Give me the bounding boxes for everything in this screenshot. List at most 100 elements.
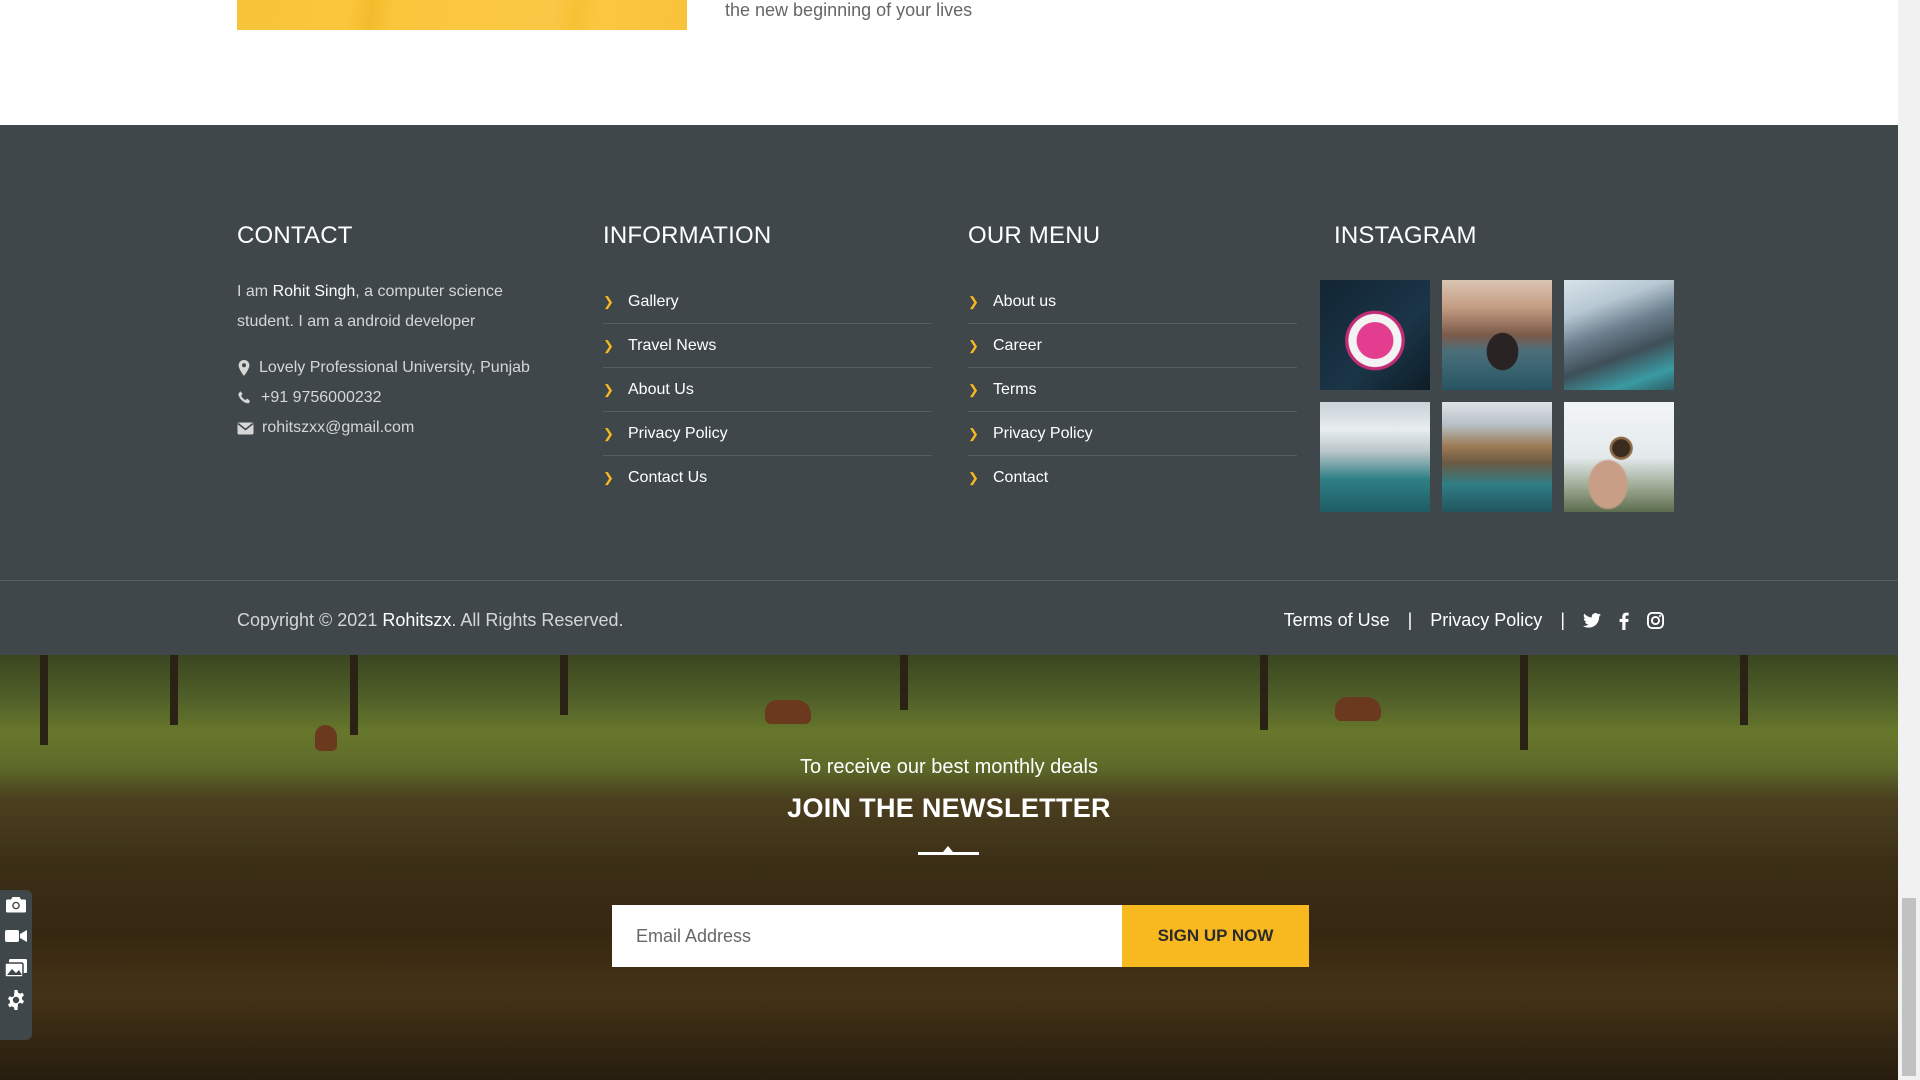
chevron-right-icon: ❯ (603, 293, 614, 309)
instagram-photo-mountain-valley[interactable] (1442, 402, 1552, 512)
address-text: Lovely Professional University, Punjab (259, 359, 530, 376)
record-icon[interactable] (4, 924, 28, 948)
info-link-travel-news[interactable]: ❯ Travel News (603, 324, 932, 368)
newsletter-title: JOIN THE NEWSLETTER (787, 793, 1111, 823)
email-text[interactable]: rohitszxx@gmail.com (262, 419, 414, 437)
newsletter-subtitle: To receive our best monthly deals (800, 756, 1098, 778)
chevron-right-icon: ❯ (968, 425, 979, 441)
menu-link-label: Contact (993, 468, 1049, 486)
privacy-policy-link[interactable]: Privacy Policy (1430, 610, 1542, 631)
contact-column: CONTACT (237, 222, 353, 250)
floating-toolbar (0, 890, 32, 1040)
menu-link-privacy-policy[interactable]: ❯ Privacy Policy (968, 412, 1297, 456)
screenshot-icon[interactable] (4, 892, 28, 916)
chevron-right-icon: ❯ (968, 469, 979, 485)
background-horse (1335, 697, 1381, 721)
facebook-icon[interactable] (1619, 612, 1629, 630)
menu-link-label: Privacy Policy (993, 424, 1093, 442)
info-link-gallery[interactable]: ❯ Gallery (603, 280, 932, 324)
chevron-right-icon: ❯ (603, 337, 614, 353)
info-link-label: Privacy Policy (628, 424, 728, 442)
info-link-contact-us[interactable]: ❯ Contact Us (603, 456, 932, 499)
chevron-right-icon: ❯ (603, 381, 614, 397)
contact-phone: +91 9756000232 (237, 389, 382, 407)
chevron-right-icon: ❯ (603, 425, 614, 441)
phone-text: +91 9756000232 (261, 389, 382, 406)
scrollbar-thumb[interactable] (1902, 898, 1916, 1076)
our-menu-column: OUR MENU (968, 222, 1100, 250)
background-tree (1520, 655, 1528, 750)
images-icon (5, 959, 27, 977)
instagram-column: INSTAGRAM (1334, 222, 1477, 250)
our-menu-list: ❯ About us ❯ Career ❯ Terms ❯ Privacy Policy… (968, 280, 1297, 499)
email-input[interactable] (612, 905, 1122, 967)
copyright-suffix: . All Rights Reserved. (451, 610, 624, 630)
newsletter-section: To receive our best monthly deals JOIN T… (0, 655, 1898, 1080)
info-link-label: About Us (628, 380, 694, 398)
chevron-right-icon: ❯ (603, 469, 614, 485)
gallery-icon[interactable] (4, 956, 28, 980)
background-tree (350, 655, 358, 735)
newsletter-divider (918, 846, 979, 855)
top-section: the new beginning of your lives (0, 0, 1898, 125)
contact-intro: I am Rohit Singh, a computer science stu… (237, 277, 537, 337)
menu-link-career[interactable]: ❯ Career (968, 324, 1297, 368)
background-tree (40, 655, 48, 745)
phone-icon (238, 391, 250, 404)
instagram-photo-waterfall[interactable] (1320, 402, 1430, 512)
contact-name: Rohit Singh (272, 283, 356, 300)
background-horse (765, 700, 811, 724)
chevron-right-icon: ❯ (968, 337, 979, 353)
featured-image (237, 0, 687, 30)
contact-heading: CONTACT (237, 222, 353, 249)
background-tree (900, 655, 908, 710)
info-link-privacy-policy[interactable]: ❯ Privacy Policy (603, 412, 932, 456)
map-pin-icon (238, 360, 250, 376)
background-tree (1740, 655, 1748, 725)
camera-icon (6, 896, 26, 912)
background-horse (315, 725, 337, 751)
instagram-heading: INSTAGRAM (1334, 222, 1477, 249)
footer-divider (0, 580, 1898, 581)
settings-icon[interactable] (4, 988, 28, 1012)
newsletter-form: SIGN UP NOW (612, 905, 1309, 967)
menu-link-terms[interactable]: ❯ Terms (968, 368, 1297, 412)
instagram-photo-alarm-clock[interactable] (1320, 280, 1430, 390)
information-list: ❯ Gallery ❯ Travel News ❯ About Us ❯ Privacy… (603, 280, 932, 499)
instagram-photo-compass-hand[interactable] (1564, 402, 1674, 512)
contact-intro-prefix: I am (237, 283, 273, 300)
menu-link-label: About us (993, 292, 1057, 310)
legal-separator: | (1407, 610, 1413, 630)
video-camera-icon (5, 930, 27, 942)
twitter-icon[interactable] (1583, 613, 1601, 628)
our-menu-heading: OUR MENU (968, 222, 1101, 249)
information-column: INFORMATION (603, 222, 771, 250)
contact-email: rohitszxx@gmail.com (237, 419, 414, 437)
copyright-brand[interactable]: Rohitszx (382, 610, 451, 630)
sign-up-button[interactable]: SIGN UP NOW (1122, 905, 1309, 967)
background-tree (170, 655, 178, 725)
terms-of-use-link[interactable]: Terms of Use (1284, 610, 1390, 631)
gear-icon (8, 990, 24, 1010)
vertical-scrollbar[interactable] (1898, 0, 1920, 1080)
page: the new beginning of your lives CONTACT … (0, 0, 1898, 1080)
instagram-icon[interactable] (1647, 612, 1664, 629)
section-tagline: the new beginning of your lives (725, 0, 973, 20)
menu-link-about-us[interactable]: ❯ About us (968, 280, 1297, 324)
info-link-label: Contact Us (628, 468, 708, 486)
menu-link-label: Terms (993, 380, 1037, 398)
info-link-label: Travel News (628, 336, 717, 354)
legal-links: Terms of Use | Privacy Policy | (1284, 610, 1664, 631)
envelope-icon (237, 422, 254, 434)
instagram-photo-mountain-lake[interactable] (1564, 280, 1674, 390)
chevron-right-icon: ❯ (968, 381, 979, 397)
contact-address: Lovely Professional University, Punjab (237, 359, 530, 377)
legal-separator: | (1560, 610, 1565, 630)
chevron-right-icon: ❯ (968, 293, 979, 309)
background-tree (560, 655, 568, 715)
background-tree (1260, 655, 1268, 730)
menu-link-contact[interactable]: ❯ Contact (968, 456, 1297, 499)
info-link-label: Gallery (628, 292, 679, 310)
instagram-photo-sea-arch[interactable] (1442, 280, 1552, 390)
info-link-about-us[interactable]: ❯ About Us (603, 368, 932, 412)
